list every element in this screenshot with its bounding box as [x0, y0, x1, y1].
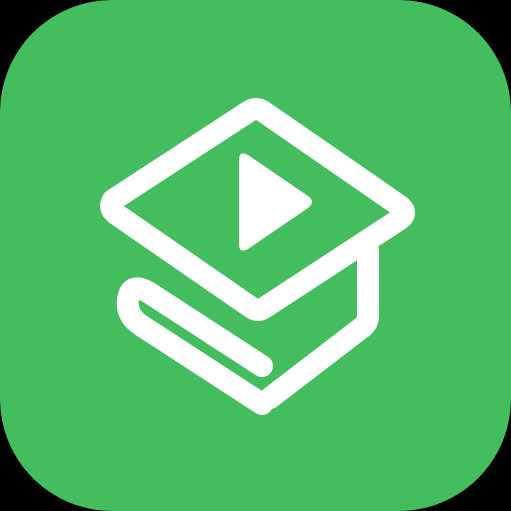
app-icon[interactable]	[0, 0, 511, 511]
app-icon-svg	[0, 0, 511, 511]
app-icon-background	[0, 0, 511, 511]
